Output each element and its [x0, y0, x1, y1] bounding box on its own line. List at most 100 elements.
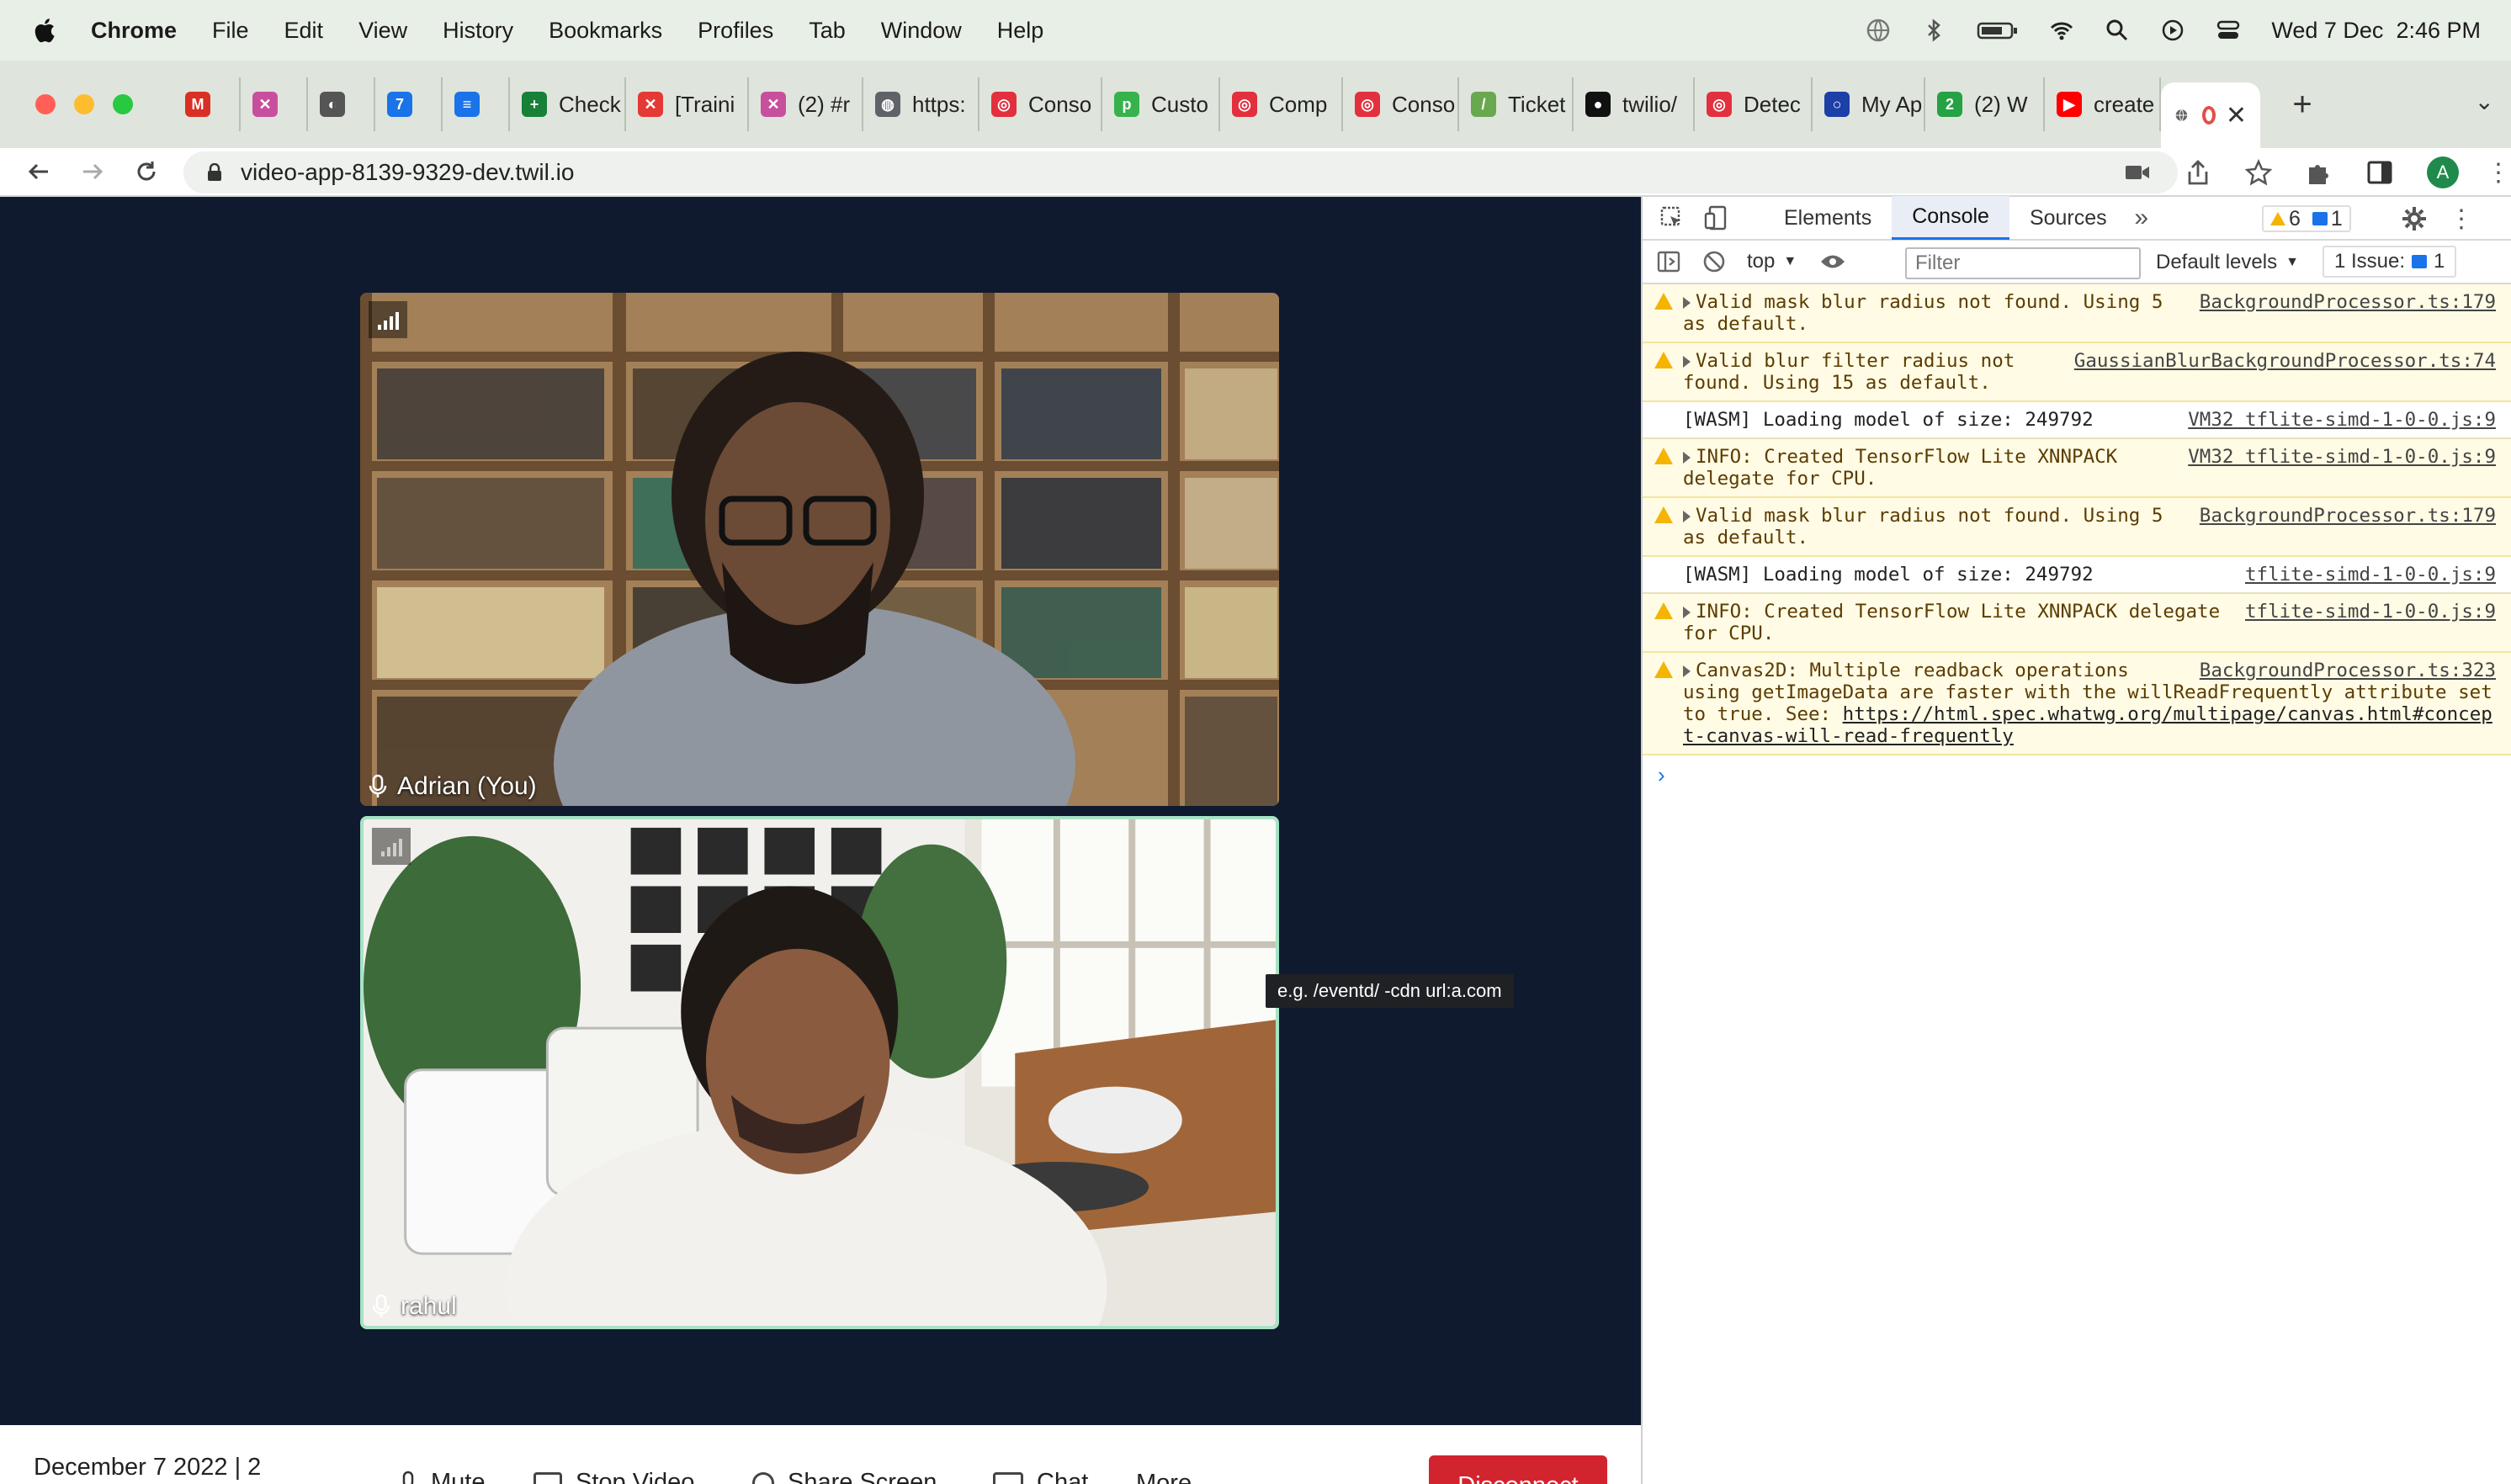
- console-message[interactable]: BackgroundProcessor.ts:179 Valid mask blu…: [1643, 284, 2511, 343]
- close-tab-icon[interactable]: ✕: [2226, 101, 2247, 130]
- console-message[interactable]: tflite-simd-1-0-0.js:9 [WASM] Loading mod…: [1643, 557, 2511, 594]
- forward-button[interactable]: [77, 156, 108, 187]
- browser-tab[interactable]: ✕ (2) #r: [749, 77, 863, 131]
- message-source-link[interactable]: tflite-simd-1-0-0.js:9: [2245, 601, 2496, 623]
- more-tabs-chevron-icon[interactable]: »: [2127, 204, 2156, 232]
- console-message[interactable]: VM32 tflite-simd-1-0-0.js:9 INFO: Created…: [1643, 439, 2511, 498]
- message-source-link[interactable]: VM32 tflite-simd-1-0-0.js:9: [2188, 409, 2496, 431]
- browser-tab[interactable]: ◎ Conso: [979, 77, 1102, 131]
- message-source-link[interactable]: BackgroundProcessor.ts:323: [2200, 660, 2496, 681]
- browser-tab[interactable]: 2 (2) W: [1925, 77, 2045, 131]
- spotlight-search-icon[interactable]: [2105, 18, 2130, 43]
- menu-tab[interactable]: Tab: [809, 18, 846, 44]
- expand-triangle-icon[interactable]: [1683, 296, 1691, 309]
- browser-tab[interactable]: ◍ https:: [863, 77, 979, 131]
- minimize-window-button[interactable]: [74, 94, 94, 114]
- console-message[interactable]: VM32 tflite-simd-1-0-0.js:9 [WASM] Loadin…: [1643, 402, 2511, 439]
- browser-tab[interactable]: ◎ Conso: [1343, 77, 1459, 131]
- menu-file[interactable]: File: [212, 18, 249, 44]
- menu-window[interactable]: Window: [881, 18, 962, 44]
- chat-button[interactable]: Chat: [993, 1469, 1088, 1484]
- device-toolbar-icon[interactable]: [1701, 204, 1730, 232]
- message-source-link[interactable]: BackgroundProcessor.ts:179: [2200, 505, 2496, 527]
- control-center-icon[interactable]: [2216, 18, 2241, 43]
- inspect-element-icon[interactable]: [1658, 204, 1686, 232]
- browser-tab[interactable]: ● twilio/: [1574, 77, 1695, 131]
- menu-history[interactable]: History: [443, 18, 513, 44]
- disconnect-button[interactable]: Disconnect: [1429, 1455, 1607, 1484]
- mute-button[interactable]: Mute: [399, 1469, 485, 1484]
- screen-recording-icon[interactable]: [2160, 18, 2185, 43]
- console-message[interactable]: BackgroundProcessor.ts:323 Canvas2D: Mult…: [1643, 653, 2511, 755]
- apple-icon[interactable]: [32, 16, 56, 45]
- url-text[interactable]: video-app-8139-9329-dev.twil.io: [241, 159, 574, 186]
- tab-elements[interactable]: Elements: [1764, 196, 1892, 240]
- address-bar[interactable]: video-app-8139-9329-dev.twil.io: [183, 151, 2178, 193]
- browser-tab[interactable]: ◐: [308, 77, 375, 131]
- live-expression-eye-icon[interactable]: [1818, 247, 1847, 276]
- menu-bookmarks[interactable]: Bookmarks: [549, 18, 662, 44]
- side-panel-icon[interactable]: [2366, 159, 2393, 186]
- reload-button[interactable]: [131, 156, 162, 187]
- message-source-link[interactable]: tflite-simd-1-0-0.js:9: [2245, 564, 2496, 586]
- browser-tab[interactable]: ◎ Comp: [1220, 77, 1343, 131]
- tab-sources[interactable]: Sources: [2009, 196, 2127, 240]
- clear-console-icon[interactable]: [1700, 247, 1728, 276]
- stop-video-button[interactable]: Stop Video: [534, 1469, 694, 1484]
- tab-search-chevron-icon[interactable]: ⌄: [2475, 87, 2494, 115]
- share-screen-button[interactable]: Share Screen: [752, 1469, 937, 1484]
- browser-tab[interactable]: ✕: [241, 77, 308, 131]
- console-prompt[interactable]: ›: [1643, 755, 2511, 788]
- expand-triangle-icon[interactable]: [1683, 510, 1691, 522]
- context-selector[interactable]: top ▼: [1747, 250, 1797, 273]
- expand-triangle-icon[interactable]: [1683, 451, 1691, 464]
- console-message[interactable]: tflite-simd-1-0-0.js:9 INFO: Created Tens…: [1643, 594, 2511, 653]
- browser-tab[interactable]: / Ticket: [1459, 77, 1574, 131]
- warning-counter[interactable]: 6 1: [2262, 205, 2351, 232]
- browser-tab[interactable]: 7: [375, 77, 443, 131]
- new-tab-button[interactable]: +: [2285, 86, 2319, 124]
- console-filter-input[interactable]: [1905, 247, 2141, 279]
- message-source-link[interactable]: VM32 tflite-simd-1-0-0.js:9: [2188, 446, 2496, 468]
- chrome-menu-icon[interactable]: ⋮: [2486, 159, 2511, 187]
- log-levels-dropdown[interactable]: Default levels ▼: [2156, 251, 2299, 274]
- expand-triangle-icon[interactable]: [1683, 665, 1691, 677]
- extensions-puzzle-icon[interactable]: [2306, 159, 2333, 186]
- devtools-menu-icon[interactable]: ⋮: [2447, 204, 2476, 233]
- battery-icon[interactable]: [1977, 18, 2019, 43]
- share-icon[interactable]: [2185, 159, 2211, 186]
- zoom-window-button[interactable]: [113, 94, 133, 114]
- lock-icon[interactable]: [207, 163, 222, 182]
- tab-console[interactable]: Console: [1892, 196, 2009, 240]
- more-button[interactable]: More ⌄: [1136, 1469, 1220, 1484]
- browser-tab[interactable]: M: [173, 77, 241, 131]
- console-message[interactable]: GaussianBlurBackgroundProcessor.ts:74 Val…: [1643, 343, 2511, 402]
- bookmark-star-icon[interactable]: [2245, 159, 2272, 186]
- participant-tile-local[interactable]: Adrian (You): [360, 293, 1279, 806]
- browser-tab[interactable]: ≡: [443, 77, 510, 131]
- profile-avatar[interactable]: A: [2427, 156, 2459, 188]
- browser-tab[interactable]: ▶ create: [2045, 77, 2161, 131]
- browser-tab[interactable]: ○ My Ap: [1813, 77, 1925, 131]
- menu-help[interactable]: Help: [997, 18, 1044, 44]
- message-source-link[interactable]: GaussianBlurBackgroundProcessor.ts:74: [2074, 350, 2496, 372]
- expand-triangle-icon[interactable]: [1683, 606, 1691, 618]
- browser-tab[interactable]: p Custo: [1102, 77, 1220, 131]
- wifi-icon[interactable]: [2049, 18, 2074, 43]
- vpn-globe-icon[interactable]: [1866, 18, 1891, 43]
- settings-gear-icon[interactable]: [2400, 204, 2429, 233]
- back-button[interactable]: [24, 156, 54, 187]
- menu-profiles[interactable]: Profiles: [698, 18, 773, 44]
- sidebar-toggle-icon[interactable]: [1654, 247, 1683, 276]
- console-message[interactable]: BackgroundProcessor.ts:179 Valid mask blu…: [1643, 498, 2511, 557]
- camera-in-use-icon[interactable]: [2124, 159, 2151, 186]
- menu-view[interactable]: View: [358, 18, 407, 44]
- browser-tab[interactable]: + Check: [510, 77, 626, 131]
- browser-tab[interactable]: ✕ [Traini: [626, 77, 749, 131]
- close-window-button[interactable]: [35, 94, 56, 114]
- menu-edit[interactable]: Edit: [284, 18, 324, 44]
- browser-tab[interactable]: ◎ Detec: [1695, 77, 1813, 131]
- participant-tile-remote[interactable]: rahul: [360, 816, 1279, 1329]
- bluetooth-icon[interactable]: [1921, 18, 1946, 43]
- menu-chrome[interactable]: Chrome: [91, 18, 177, 44]
